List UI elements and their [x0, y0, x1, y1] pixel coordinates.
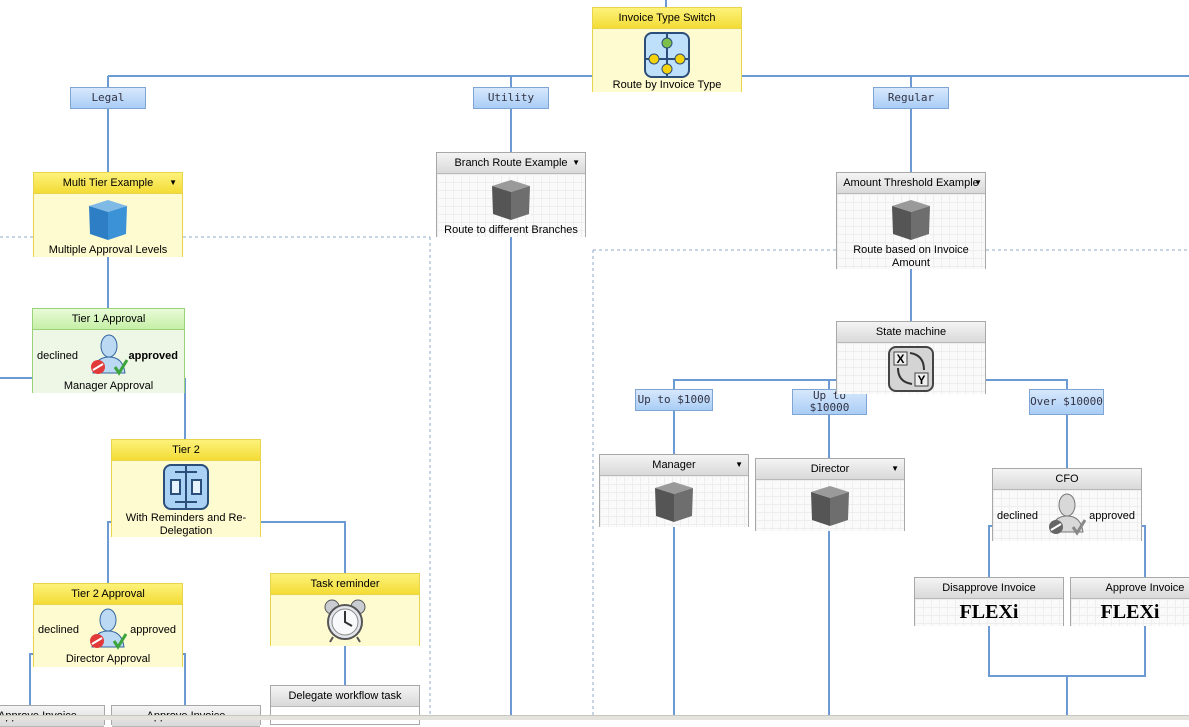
user-approval-gray-icon	[1049, 493, 1087, 536]
cfo-node[interactable]: CFO declined approved	[992, 468, 1142, 541]
user-approval-icon	[90, 608, 128, 650]
node-title: Task reminder	[271, 574, 419, 595]
node-title: Tier 1 Approval	[33, 309, 184, 330]
gray-box-icon	[811, 486, 849, 526]
declined-outcome: declined	[37, 350, 78, 362]
director-node[interactable]: Director ▼	[755, 458, 905, 531]
declined-outcome: declined	[38, 624, 79, 636]
dropdown-arrow-icon[interactable]: ▼	[974, 173, 982, 193]
dropdown-arrow-icon[interactable]: ▼	[735, 455, 743, 475]
manager-node[interactable]: Manager ▼	[599, 454, 749, 527]
svg-text:Y: Y	[918, 373, 926, 387]
node-title: Invoice Type Switch	[593, 8, 741, 29]
approved-outcome: approved	[130, 624, 176, 636]
node-title: CFO	[993, 469, 1141, 490]
node-caption: Manager Approval	[63, 380, 154, 392]
alarm-clock-icon	[324, 599, 366, 643]
approve-invoice-node[interactable]: Approve Invoice FLEXi	[1070, 577, 1189, 626]
dropdown-arrow-icon[interactable]: ▼	[572, 153, 580, 173]
horizontal-scrollbar[interactable]	[0, 715, 1189, 720]
node-title: Amount Threshold Example	[843, 177, 979, 189]
node-caption: Multiple Approval Levels	[48, 244, 168, 256]
dropdown-arrow-icon[interactable]: ▼	[169, 173, 177, 193]
switch-route-icon	[644, 32, 690, 78]
node-title: Disapprove Invoice	[915, 578, 1063, 599]
multi-tier-example-node[interactable]: Multi Tier Example ▼ Multiple Approval Le…	[33, 172, 183, 257]
flexi-approve-logo-icon: FLEXi	[1100, 601, 1160, 623]
task-reminder-node[interactable]: Task reminder	[270, 573, 420, 646]
gray-box-icon	[492, 180, 530, 220]
branch-route-example-node[interactable]: Branch Route Example ▼ Route to different…	[436, 152, 586, 237]
gray-box-icon	[892, 200, 930, 240]
node-title: Director	[810, 463, 850, 475]
node-title: Tier 2	[112, 440, 260, 461]
svg-text:X: X	[897, 352, 905, 366]
node-caption: Route based on Invoice Amount	[853, 244, 969, 269]
user-approval-icon	[90, 334, 128, 376]
node-title: Approve Invoice	[1071, 578, 1189, 599]
node-caption: Route by Invoice Type	[612, 79, 722, 91]
parallel-process-icon	[163, 464, 209, 510]
amount-threshold-example-node[interactable]: Amount Threshold Example ▼ Route based on…	[836, 172, 986, 269]
node-title: Branch Route Example	[454, 157, 568, 169]
blue-box-icon	[89, 200, 127, 240]
dropdown-arrow-icon[interactable]: ▼	[891, 459, 899, 479]
node-title: Tier 2 Approval	[34, 584, 182, 605]
tier-2-approval-node[interactable]: Tier 2 Approval declined approved Direct…	[33, 583, 183, 667]
tier-2-node[interactable]: Tier 2 With Reminders and Re-Delegation	[111, 439, 261, 537]
approved-outcome: approved	[128, 350, 178, 362]
invoice-type-switch-node[interactable]: Invoice Type Switch Route by Invoice Typ…	[592, 7, 742, 92]
branch-label-legal[interactable]: Legal	[70, 87, 146, 109]
node-caption: With Reminders and Re-Delegation	[125, 512, 247, 537]
node-title: State machine	[837, 322, 985, 343]
node-caption: Director Approval	[65, 653, 151, 665]
declined-outcome: declined	[997, 510, 1038, 522]
state-machine-xy-icon: X Y	[888, 346, 934, 392]
branch-label-utility[interactable]: Utility	[473, 87, 549, 109]
branch-label-over-10000[interactable]: Over $10000	[1029, 389, 1104, 415]
node-title: Multi Tier Example	[62, 177, 154, 189]
branch-label-regular[interactable]: Regular	[873, 87, 949, 109]
node-title: Manager	[652, 459, 696, 471]
node-caption: Route to different Branches	[444, 224, 578, 236]
approved-outcome: approved	[1089, 510, 1135, 522]
state-machine-node[interactable]: State machine X Y	[836, 321, 986, 394]
branch-label-up-to-1000[interactable]: Up to $1000	[635, 389, 713, 411]
gray-box-icon	[655, 482, 693, 522]
tier-1-approval-node[interactable]: Tier 1 Approval declined approved Manage…	[32, 308, 185, 393]
workflow-canvas[interactable]: Invoice Type Switch Route by Invoice Typ…	[0, 0, 1189, 727]
node-title: Delegate workflow task	[271, 686, 419, 707]
